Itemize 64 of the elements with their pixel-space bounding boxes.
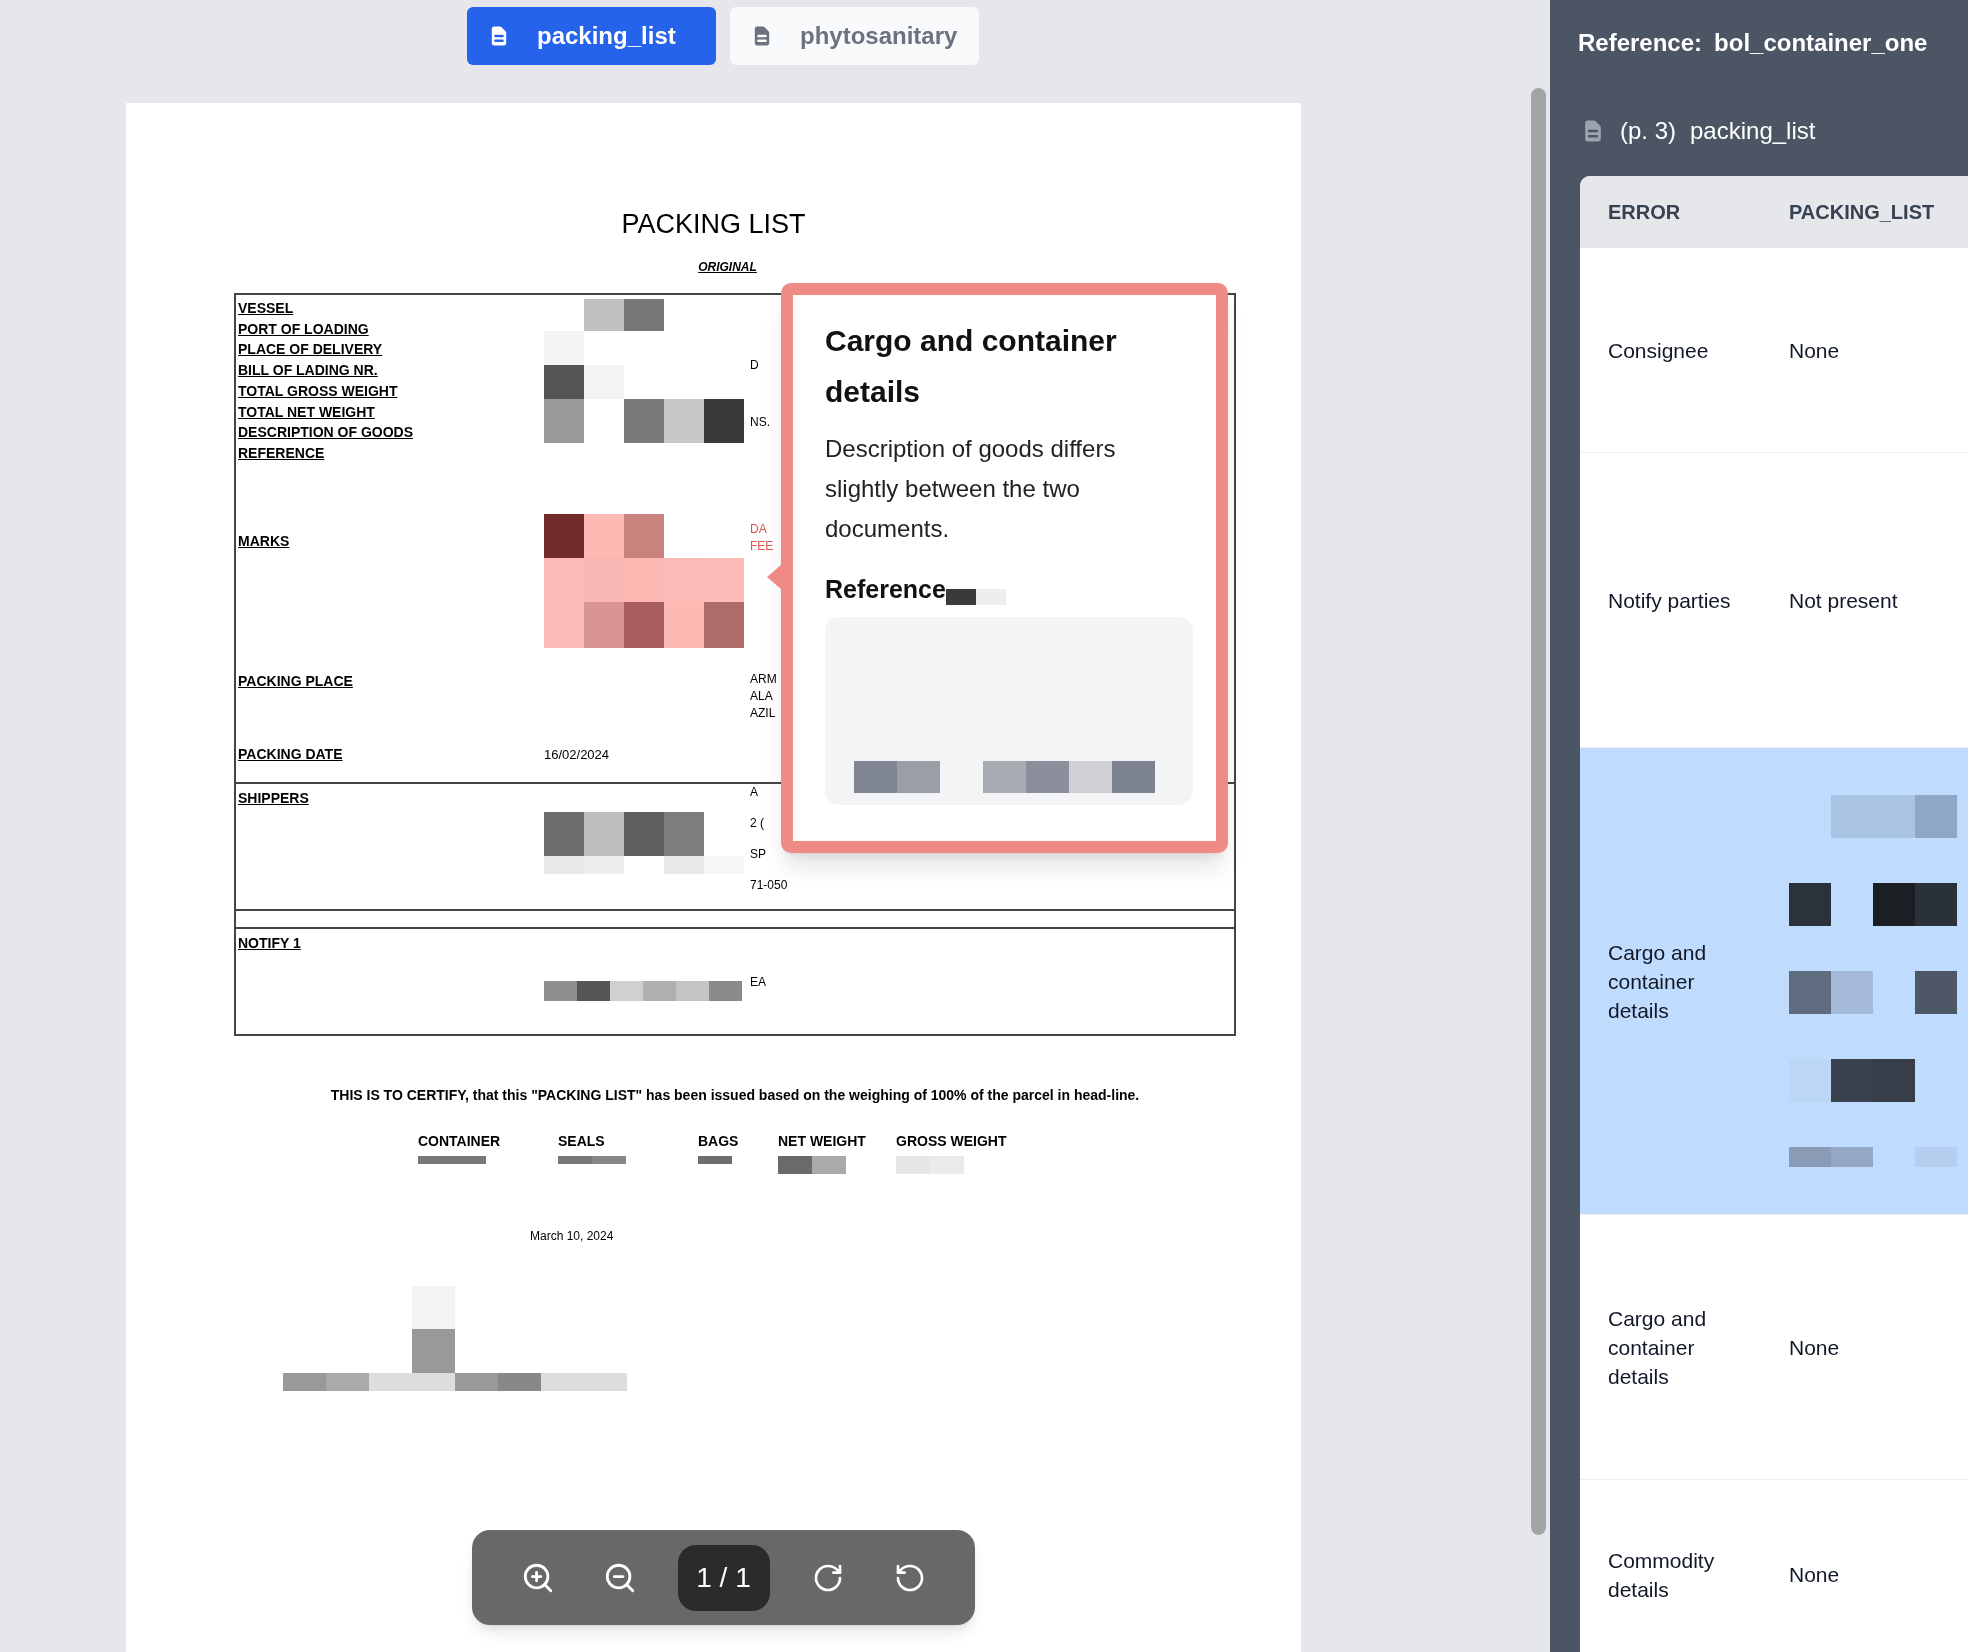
- cut-off-text: NS.: [750, 414, 770, 431]
- table-row[interactable]: Cargo and container details: [1580, 748, 1968, 1215]
- value-cell-text: None: [1789, 337, 1840, 364]
- redacted-mosaic: [896, 1156, 964, 1174]
- column-header: ERROR: [1607, 200, 1682, 225]
- field-label: NOTIFY 1: [238, 934, 301, 953]
- summary-heading: NET WEIGHT: [778, 1132, 866, 1150]
- redacted-mosaic: [945, 589, 1006, 605]
- field-label: PLACE OF DELIVERY: [238, 340, 383, 360]
- summary-heading: CONTAINER: [418, 1132, 501, 1150]
- document-tab[interactable]: phytosanitary: [730, 7, 979, 65]
- scrollbar-thumb[interactable]: [1531, 88, 1546, 1535]
- column-header: PACKING_LIST: [1789, 200, 1935, 225]
- redacted-mosaic: [698, 1156, 732, 1164]
- field-label: PORT OF LOADING: [238, 319, 369, 339]
- cut-off-text: SP: [750, 846, 766, 863]
- reference-label: Reference:: [1578, 28, 1703, 58]
- document-subtitle: ORIGINAL: [698, 259, 757, 275]
- summary-heading: BAGS: [698, 1132, 739, 1150]
- redacted-mosaic: [558, 1156, 626, 1164]
- field-label: VESSEL: [238, 299, 294, 318]
- redacted-mosaic: [778, 1156, 846, 1174]
- cut-off-text: DA: [750, 521, 767, 538]
- document-title: PACKING LIST: [621, 208, 806, 241]
- cut-off-text: FEE: [750, 538, 774, 555]
- field-label: PACKING DATE: [238, 745, 343, 764]
- cut-off-text: A: [750, 784, 758, 801]
- summary-heading: GROSS WEIGHT: [896, 1132, 1007, 1150]
- popover-title: Cargo and container details: [825, 323, 1118, 410]
- popover-message: Description of goods differs slightly between the two documents.: [825, 434, 1117, 544]
- cut-off-text: ALA: [750, 688, 773, 705]
- reference-label: Reference: [825, 574, 946, 605]
- value-cell-text: None: [1789, 1334, 1840, 1361]
- field-value: 16/02/2024: [544, 746, 610, 764]
- value-cell-text: Not present: [1789, 587, 1898, 614]
- field-label: MARKS: [238, 532, 290, 551]
- field-label: PACKING PLACE: [238, 672, 353, 691]
- field-label: TOTAL NET WEIGHT: [238, 402, 375, 422]
- error-cell-text: Consignee: [1608, 337, 1710, 364]
- cut-off-text: 71-050: [750, 877, 788, 894]
- reference-value: bol_container_one: [1714, 28, 1928, 58]
- field-label: SHIPPERS: [238, 789, 309, 808]
- field-label: REFERENCE: [238, 443, 325, 463]
- error-cell-text: Cargo and container details: [1608, 1305, 1708, 1390]
- certification-text: THIS IS TO CERTIFY, that this "PACKING LIST" has been issued based on the weighing of 100% of the parcel in head-line.: [330, 1086, 1140, 1104]
- document-date: March 10, 2024: [530, 1228, 614, 1244]
- cut-off-text: EA: [750, 974, 766, 991]
- cut-off-text: 2 (: [750, 815, 764, 832]
- field-label: DESCRIPTION OF GOODS: [238, 423, 413, 443]
- error-cell-text: Cargo and container details: [1608, 939, 1708, 1024]
- page-indicator[interactable]: 1 / 1: [677, 1544, 770, 1611]
- value-cell-text: None: [1789, 1562, 1840, 1588]
- redacted-mosaic: [418, 1156, 486, 1164]
- error-cell-text: Commodity details: [1608, 1547, 1716, 1603]
- summary-heading: SEALS: [558, 1132, 605, 1150]
- cut-off-text: ARM: [750, 671, 777, 688]
- document-name: packing_list: [1690, 116, 1816, 146]
- document-tab[interactable]: packing_list: [467, 7, 716, 65]
- field-label: TOTAL GROSS WEIGHT: [238, 381, 398, 401]
- cut-off-text: D: [750, 357, 759, 374]
- page-number: (p. 3): [1620, 116, 1676, 146]
- field-label: BILL OF LADING NR.: [238, 361, 378, 381]
- error-cell-text: Notify parties: [1608, 587, 1732, 614]
- cut-off-text: AZIL: [750, 705, 776, 722]
